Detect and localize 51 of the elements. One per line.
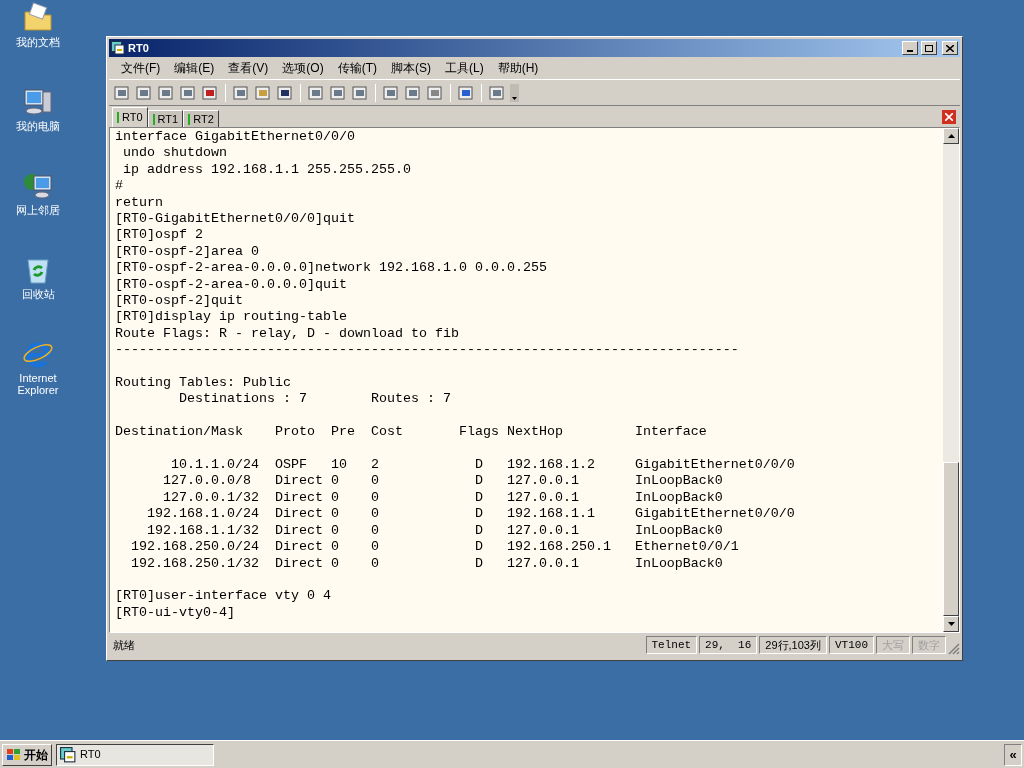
terminal-line: 192.168.1.1/32 Direct 0 0 D 127.0.0.1 InLoopBack0 [146, 522, 723, 540]
terminal-line: [RT0-ospf-2-area-0.0.0.0]quit [115, 276, 347, 294]
terminal-line: 127.0.0.1/32 Direct 0 0 D 127.0.0.1 InLoopBack0 [162, 489, 723, 507]
terminal-line: [RT0-ospf-2]area 0 [115, 243, 259, 261]
terminal-line: Destinations : 7 Routes : 7 [178, 391, 451, 408]
menu-item[interactable]: 文件(F) [115, 59, 167, 77]
terminal-line: [RT0-ui-vty0-4] [115, 604, 235, 622]
desktop-icon-label[interactable]: 网上邻居 [6, 204, 70, 216]
desktop-icon-label[interactable]: 我的电脑 [6, 120, 70, 132]
status-field: 29, 16 [699, 636, 758, 654]
menu-item[interactable]: 工具(L) [439, 59, 490, 77]
terminal-line: 192.168.1.0/24 Direct 0 0 D 192.168.1.1 GigabitEthernet0/0/0 [146, 506, 795, 523]
desktop-icon-label[interactable]: 我的文档 [6, 36, 70, 48]
menu-item[interactable]: 查看(V) [222, 59, 275, 77]
terminal-line: undo shutdown [122, 145, 227, 162]
menu-item[interactable]: 编辑(E) [168, 59, 221, 77]
start-button[interactable]: 开始 [2, 743, 52, 766]
terminal-line: [RT0]display ip routing-table [115, 309, 347, 326]
terminal-line: 127.0.0.0/8 Direct 0 0 D 127.0.0.1 InLoopBack0 [162, 473, 723, 490]
status-field: VT100 [829, 636, 874, 654]
terminal-line: Destination/Mask Proto Pre Cost Flags NextHop Interface [115, 424, 707, 441]
terminal-line: interface GigabitEthernet0/0/0 [115, 129, 355, 146]
terminal-line: [RT0-ospf-2-area-0.0.0.0]network 192.168.1.0 0.0.0.255 [115, 260, 547, 277]
terminal-line: [RT0]user-interface vty 0 4 [115, 588, 331, 605]
terminal-line: [RT0]ospf 2 [115, 227, 203, 244]
terminal-line: ------------------------------------------------------------------------------ [115, 342, 739, 359]
terminal-line: Routing Tables: Public [115, 375, 291, 392]
menu-item[interactable]: 脚本(S) [385, 59, 437, 77]
desktop-icon-label[interactable]: 回收站 [6, 288, 70, 300]
terminal-line: return [115, 194, 163, 212]
terminal-line: 192.168.250.0/24 Direct 0 0 D 192.168.250.1 Ethernet0/0/1 [130, 539, 739, 556]
terminal-line: 192.168.250.1/32 Direct 0 0 D 127.0.0.1 InLoopBack0 [130, 555, 723, 572]
session-tab[interactable]: RT2 [183, 110, 219, 127]
session-tab[interactable]: RT0 [112, 107, 148, 127]
terminal-line: Route Flags: R - relay, D - download to fib [115, 325, 459, 343]
terminal-line: [RT0-ospf-2]quit [115, 293, 243, 310]
menu-item[interactable]: 帮助(H) [491, 59, 545, 77]
menu-item[interactable]: 传输(T) [331, 59, 383, 77]
terminal-line: # [115, 178, 123, 195]
session-tab[interactable]: RT1 [147, 110, 184, 127]
menu-item[interactable]: 选项(O) [276, 59, 330, 77]
tray-expand-button[interactable]: « [1004, 743, 1022, 766]
terminal-line: [RT0-GigabitEthernet0/0/0]quit [115, 211, 355, 228]
status-field: 29行,103列 [759, 636, 827, 654]
status-field: Telnet [645, 636, 698, 654]
taskbar-window-button[interactable]: RT0 [56, 743, 214, 766]
status-message: 就绪 [112, 637, 136, 653]
window-title: RT0 [128, 40, 150, 56]
desktop-icon-label[interactable]: Internet Explorer [6, 372, 70, 396]
terminal-line: 10.1.1.0/24 OSPF 10 2 D 192.168.1.2 GigabitEthernet0/0/0 [170, 457, 795, 474]
terminal-line: ip address 192.168.1.1 255.255.255.0 [122, 161, 411, 179]
